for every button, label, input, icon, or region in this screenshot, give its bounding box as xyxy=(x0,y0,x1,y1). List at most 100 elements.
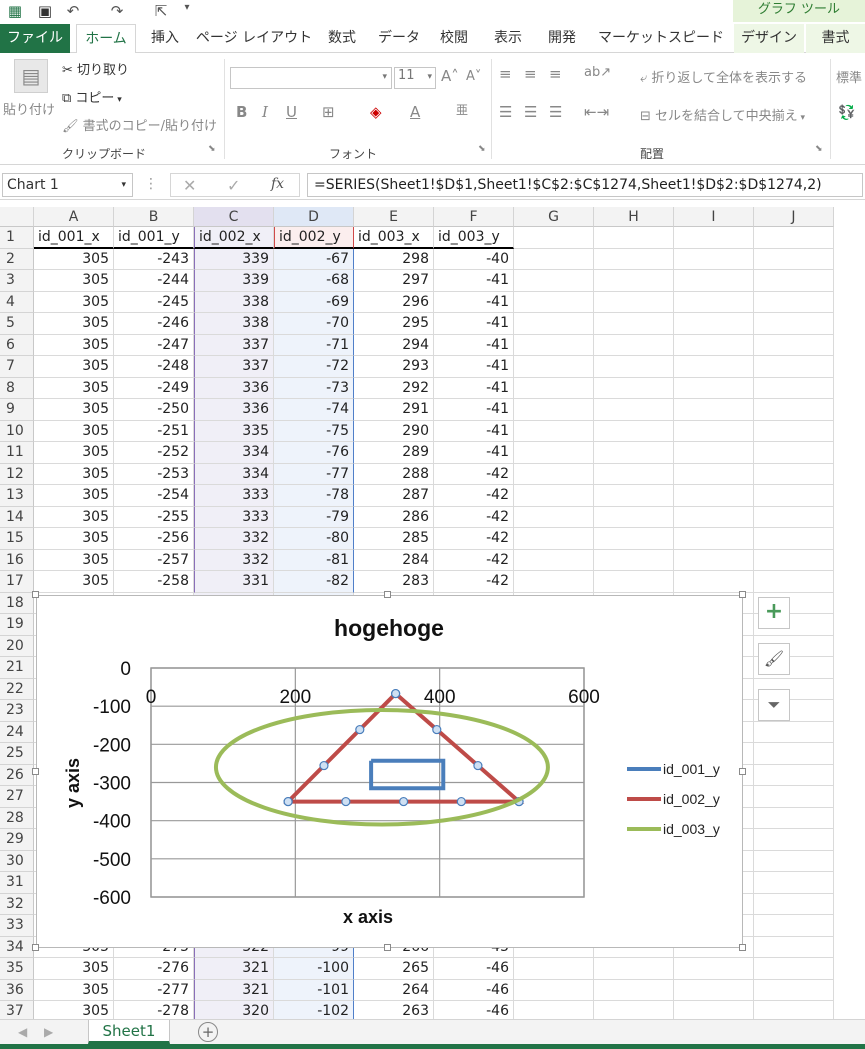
sheet-tab-sheet1[interactable]: Sheet1 xyxy=(88,1020,170,1044)
cell[interactable] xyxy=(594,549,674,571)
grow-font-icon[interactable]: A˄ xyxy=(441,67,459,85)
row-header[interactable]: 15 xyxy=(0,528,34,550)
data-cell[interactable]: -100 xyxy=(274,958,354,980)
column-header-h[interactable]: H xyxy=(594,207,674,227)
data-cell[interactable]: -46 xyxy=(434,1001,514,1019)
cell[interactable] xyxy=(514,528,594,550)
data-cell[interactable]: 305 xyxy=(34,399,114,421)
data-cell[interactable]: 305 xyxy=(34,313,114,335)
data-cell[interactable]: 284 xyxy=(354,549,434,571)
cell[interactable] xyxy=(594,377,674,399)
data-cell[interactable]: 287 xyxy=(354,485,434,507)
cell[interactable] xyxy=(754,313,834,335)
column-title-cell[interactable]: id_003_y xyxy=(434,227,514,249)
data-cell[interactable]: 293 xyxy=(354,356,434,378)
data-cell[interactable]: 298 xyxy=(354,248,434,270)
align-center-icon[interactable]: ☰ xyxy=(524,103,537,121)
data-cell[interactable]: 294 xyxy=(354,334,434,356)
data-cell[interactable]: 305 xyxy=(34,270,114,292)
resize-handle[interactable] xyxy=(384,944,391,951)
cell[interactable] xyxy=(594,399,674,421)
data-cell[interactable]: 333 xyxy=(194,506,274,528)
cell[interactable] xyxy=(594,979,674,1001)
data-cell[interactable]: 265 xyxy=(354,958,434,980)
tab-data[interactable]: データ xyxy=(372,24,426,53)
cell[interactable] xyxy=(754,420,834,442)
cell[interactable] xyxy=(754,721,834,743)
cell[interactable] xyxy=(514,399,594,421)
data-cell[interactable]: -41 xyxy=(434,377,514,399)
cell[interactable] xyxy=(754,979,834,1001)
data-cell[interactable]: 339 xyxy=(194,248,274,270)
cell[interactable] xyxy=(674,420,754,442)
cell[interactable] xyxy=(674,313,754,335)
cell[interactable] xyxy=(754,399,834,421)
cell[interactable] xyxy=(754,872,834,894)
resize-handle[interactable] xyxy=(739,768,746,775)
data-cell[interactable]: -258 xyxy=(114,571,194,593)
row-header[interactable]: 34 xyxy=(0,936,34,958)
row-header[interactable]: 28 xyxy=(0,807,34,829)
cell[interactable] xyxy=(754,893,834,915)
cell[interactable] xyxy=(754,528,834,550)
save-icon[interactable]: ▣ xyxy=(34,2,56,22)
row-header[interactable]: 35 xyxy=(0,958,34,980)
tab-view[interactable]: 表示 xyxy=(484,24,532,53)
column-header-i[interactable]: I xyxy=(674,207,754,227)
data-cell[interactable]: -257 xyxy=(114,549,194,571)
data-cell[interactable]: 292 xyxy=(354,377,434,399)
cell[interactable] xyxy=(754,442,834,464)
data-cell[interactable]: -40 xyxy=(434,248,514,270)
data-cell[interactable]: 336 xyxy=(194,399,274,421)
row-header[interactable]: 23 xyxy=(0,700,34,722)
data-cell[interactable]: -277 xyxy=(114,979,194,1001)
data-cell[interactable]: -42 xyxy=(434,571,514,593)
format-painter-button[interactable]: 🖌 書式のコピー/貼り付け xyxy=(62,115,217,134)
data-cell[interactable]: 332 xyxy=(194,549,274,571)
cell[interactable] xyxy=(754,786,834,808)
font-size-combo[interactable]: 11 ▾ xyxy=(394,67,436,89)
row-header[interactable]: 10 xyxy=(0,420,34,442)
cell[interactable] xyxy=(514,313,594,335)
data-cell[interactable]: 305 xyxy=(34,463,114,485)
row-header[interactable]: 21 xyxy=(0,657,34,679)
cell[interactable] xyxy=(514,506,594,528)
cell[interactable] xyxy=(594,958,674,980)
tab-formulas[interactable]: 数式 xyxy=(318,24,366,53)
data-cell[interactable]: -41 xyxy=(434,291,514,313)
cell[interactable] xyxy=(514,549,594,571)
data-cell[interactable]: 320 xyxy=(194,1001,274,1019)
cell[interactable] xyxy=(594,270,674,292)
data-cell[interactable]: 264 xyxy=(354,979,434,1001)
resize-handle[interactable] xyxy=(32,944,39,951)
cell[interactable] xyxy=(674,485,754,507)
redo-icon[interactable]: ↷ xyxy=(106,2,128,22)
cell[interactable] xyxy=(594,313,674,335)
cell[interactable] xyxy=(514,227,594,249)
resize-handle[interactable] xyxy=(739,944,746,951)
align-top-icon[interactable]: ≡ xyxy=(499,65,512,83)
data-cell[interactable]: 305 xyxy=(34,528,114,550)
data-cell[interactable]: 305 xyxy=(34,571,114,593)
paste-button[interactable]: 貼り付け xyxy=(3,99,55,118)
data-cell[interactable]: -249 xyxy=(114,377,194,399)
data-cell[interactable]: -75 xyxy=(274,420,354,442)
row-header[interactable]: 29 xyxy=(0,829,34,851)
align-middle-icon[interactable]: ≡ xyxy=(524,65,537,83)
data-cell[interactable]: -246 xyxy=(114,313,194,335)
copy-button[interactable]: ⧉ コピー ▾ xyxy=(62,87,122,106)
cell[interactable] xyxy=(754,377,834,399)
cell[interactable] xyxy=(514,291,594,313)
row-header[interactable]: 18 xyxy=(0,592,34,614)
data-cell[interactable]: 305 xyxy=(34,377,114,399)
row-header[interactable]: 9 xyxy=(0,399,34,421)
cell[interactable] xyxy=(594,442,674,464)
cell[interactable] xyxy=(754,227,834,249)
number-format-combo[interactable]: 標準 xyxy=(836,67,862,86)
fill-color-icon[interactable]: ◈ xyxy=(370,103,382,121)
cell[interactable] xyxy=(594,420,674,442)
row-header[interactable]: 32 xyxy=(0,893,34,915)
data-cell[interactable]: -254 xyxy=(114,485,194,507)
cell[interactable] xyxy=(754,291,834,313)
data-cell[interactable]: -41 xyxy=(434,356,514,378)
